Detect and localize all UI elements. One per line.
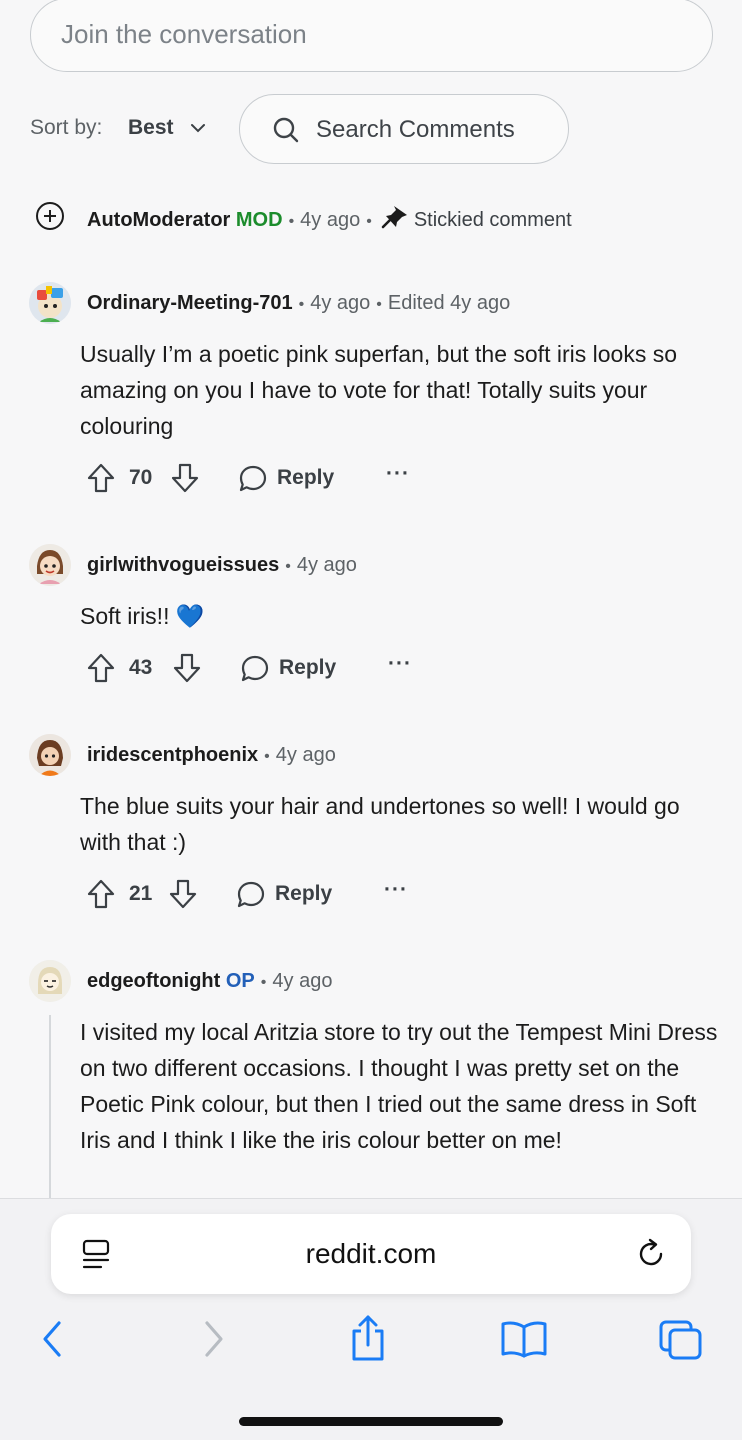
reply-button[interactable]: Reply — [277, 466, 334, 490]
back-arrow-icon[interactable] — [38, 1319, 68, 1359]
expand-plus-icon[interactable] — [35, 201, 65, 231]
mod-badge: MOD — [235, 209, 283, 231]
url-text: reddit.com — [305, 1238, 437, 1269]
more-options-button[interactable]: ··· — [388, 652, 412, 676]
comment-time: 4y ago — [272, 970, 333, 992]
edited-label: Edited 4y ago — [387, 292, 511, 314]
comment-author[interactable]: Ordinary-Meeting-701 — [87, 292, 293, 314]
browser-toolbar: reddit.com — [0, 1198, 742, 1440]
upvote-icon[interactable] — [86, 652, 116, 684]
vote-count: 43 — [129, 656, 153, 679]
vote-count: 70 — [129, 466, 153, 489]
comment-author[interactable]: girlwithvogueissues — [87, 554, 279, 576]
avatar[interactable] — [29, 544, 71, 586]
bookmarks-icon[interactable] — [500, 1319, 548, 1359]
reply-button[interactable]: Reply — [275, 882, 332, 906]
search-icon — [273, 117, 299, 143]
tabs-icon[interactable] — [658, 1319, 704, 1361]
reply-button[interactable]: Reply — [279, 656, 336, 680]
comment-author[interactable]: iridescentphoenix — [87, 744, 258, 766]
comment-actions: 43 Reply ··· — [86, 652, 486, 686]
comment-time: 4y ago — [275, 744, 336, 766]
comment-body: I visited my local Aritzia store to try … — [80, 1019, 718, 1153]
pin-icon — [381, 206, 407, 229]
comment-actions: 21 Reply ··· — [86, 878, 486, 912]
search-comments-button[interactable]: Search Comments — [239, 94, 569, 164]
comment-composer-input[interactable]: Join the conversation — [30, 0, 713, 72]
comment-time: 4y ago — [296, 554, 357, 576]
reply-icon[interactable] — [240, 654, 270, 684]
sort-label: Sort by: — [30, 116, 103, 139]
comment-author[interactable]: AutoModerator — [87, 209, 230, 231]
home-indicator[interactable] — [239, 1417, 503, 1426]
downvote-icon[interactable] — [168, 878, 198, 910]
search-comments-label: Search Comments — [316, 116, 515, 143]
avatar[interactable] — [29, 282, 71, 324]
comment-body: Soft iris!! 💙 — [80, 603, 205, 629]
op-badge: OP — [225, 970, 255, 992]
forward-arrow-icon[interactable] — [198, 1319, 228, 1359]
address-bar[interactable]: reddit.com — [51, 1214, 691, 1294]
stickied-comment-row[interactable]: AutoModerator MOD • 4y ago • Stickied comme… — [35, 198, 735, 232]
comment-body: The blue suits your hair and undertones … — [80, 793, 680, 855]
avatar[interactable] — [29, 960, 71, 1002]
sort-dropdown[interactable]: Best — [128, 116, 174, 140]
sort-row: Sort by: Best Search Comments — [30, 94, 730, 164]
avatar[interactable] — [29, 734, 71, 776]
comment-actions: 70 Reply ··· — [86, 462, 486, 496]
chevron-down-icon[interactable] — [188, 118, 208, 138]
reload-icon[interactable] — [637, 1238, 667, 1270]
stickied-label: Stickied comment — [413, 209, 572, 231]
downvote-icon[interactable] — [172, 652, 202, 684]
reply-icon[interactable] — [238, 464, 268, 494]
thread-line[interactable] — [49, 1015, 51, 1200]
comment-time: 4y ago — [300, 209, 361, 231]
upvote-icon[interactable] — [86, 878, 116, 910]
downvote-icon[interactable] — [170, 462, 200, 494]
comment-author[interactable]: edgeoftonight — [87, 970, 220, 992]
more-options-button[interactable]: ··· — [386, 462, 410, 486]
vote-count: 21 — [129, 882, 153, 905]
reply-icon[interactable] — [236, 880, 266, 910]
comment-body: Usually I’m a poetic pink superfan, but … — [80, 341, 678, 439]
upvote-icon[interactable] — [86, 462, 116, 494]
more-options-button[interactable]: ··· — [384, 878, 408, 902]
comment-time: 4y ago — [310, 292, 371, 314]
composer-placeholder: Join the conversation — [61, 19, 307, 49]
share-icon[interactable] — [348, 1313, 388, 1363]
